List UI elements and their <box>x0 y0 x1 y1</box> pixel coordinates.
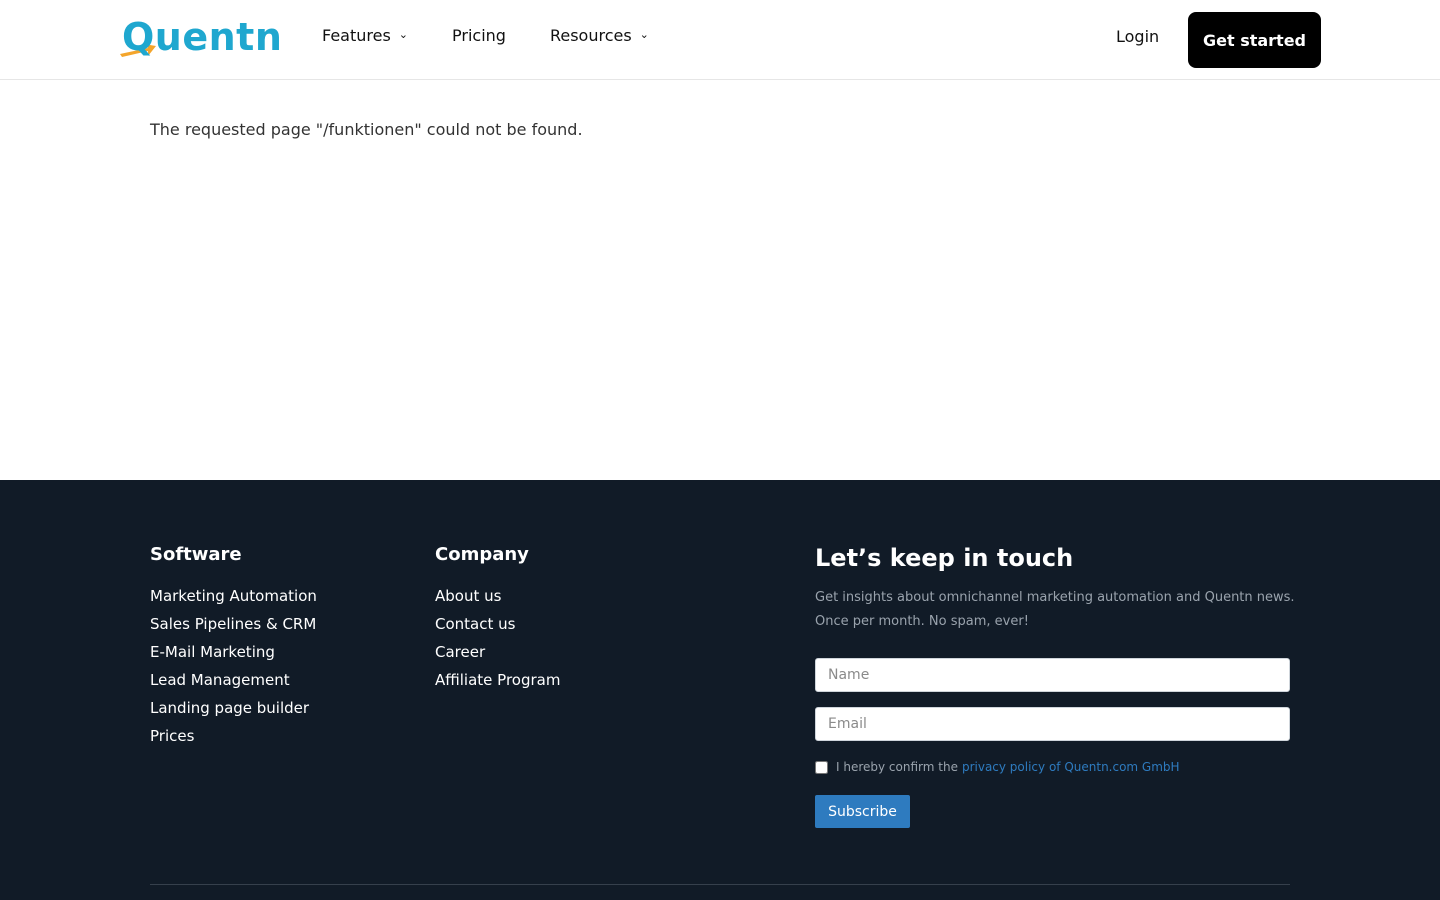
company-column-title: Company <box>435 544 529 565</box>
nav-resources-label: Resources <box>549 26 632 45</box>
software-column-title: Software <box>150 544 242 565</box>
footer-link-prices[interactable]: Prices <box>150 722 317 750</box>
nav-features-label: Features <box>322 26 391 45</box>
privacy-policy-link[interactable]: privacy policy of Quentn.com GmbH <box>962 760 1180 774</box>
footer-link-about-us[interactable]: About us <box>435 582 560 610</box>
newsletter-title: Let’s keep in touch <box>815 544 1074 572</box>
get-started-button[interactable]: Get started <box>1188 12 1321 68</box>
footer-link-career[interactable]: Career <box>435 638 560 666</box>
company-links: About us Contact us Career Affiliate Pro… <box>435 582 560 694</box>
footer-link-email-marketing[interactable]: E-Mail Marketing <box>150 638 317 666</box>
footer-link-landing-page-builder[interactable]: Landing page builder <box>150 694 317 722</box>
footer-link-contact-us[interactable]: Contact us <box>435 610 560 638</box>
not-found-message: The requested page "/funktionen" could n… <box>150 120 583 139</box>
software-links: Marketing Automation Sales Pipelines & C… <box>150 582 317 750</box>
main-nav: Features ⌄ Pricing Resources ⌄ <box>322 26 693 45</box>
privacy-consent: I hereby confirm the privacy policy of Q… <box>815 760 1180 774</box>
subscribe-button[interactable]: Subscribe <box>815 795 910 828</box>
consent-text: I hereby confirm the <box>836 760 958 774</box>
logo-text: Quentn <box>122 15 283 59</box>
nav-resources[interactable]: Resources ⌄ <box>550 26 649 45</box>
quentn-logo[interactable]: Quentn <box>118 15 283 62</box>
footer-link-marketing-automation[interactable]: Marketing Automation <box>150 582 317 610</box>
nav-pricing[interactable]: Pricing <box>452 26 506 45</box>
privacy-consent-checkbox[interactable] <box>815 760 828 774</box>
newsletter-description: Get insights about omnichannel marketing… <box>815 590 1295 629</box>
chevron-down-icon: ⌄ <box>398 28 409 41</box>
name-input[interactable] <box>815 658 1290 692</box>
footer-divider <box>150 884 1290 885</box>
site-header: Quentn Features ⌄ Pricing Resources ⌄ Lo… <box>0 0 1440 80</box>
footer-link-lead-management[interactable]: Lead Management <box>150 666 317 694</box>
footer-link-affiliate-program[interactable]: Affiliate Program <box>435 666 560 694</box>
site-footer: Software Marketing Automation Sales Pipe… <box>0 480 1440 900</box>
footer-link-sales-pipelines[interactable]: Sales Pipelines & CRM <box>150 610 317 638</box>
nav-features[interactable]: Features ⌄ <box>322 26 408 45</box>
nav-pricing-label: Pricing <box>452 26 506 45</box>
login-link[interactable]: Login <box>1116 27 1159 46</box>
email-input[interactable] <box>815 707 1290 741</box>
chevron-down-icon: ⌄ <box>639 28 649 41</box>
